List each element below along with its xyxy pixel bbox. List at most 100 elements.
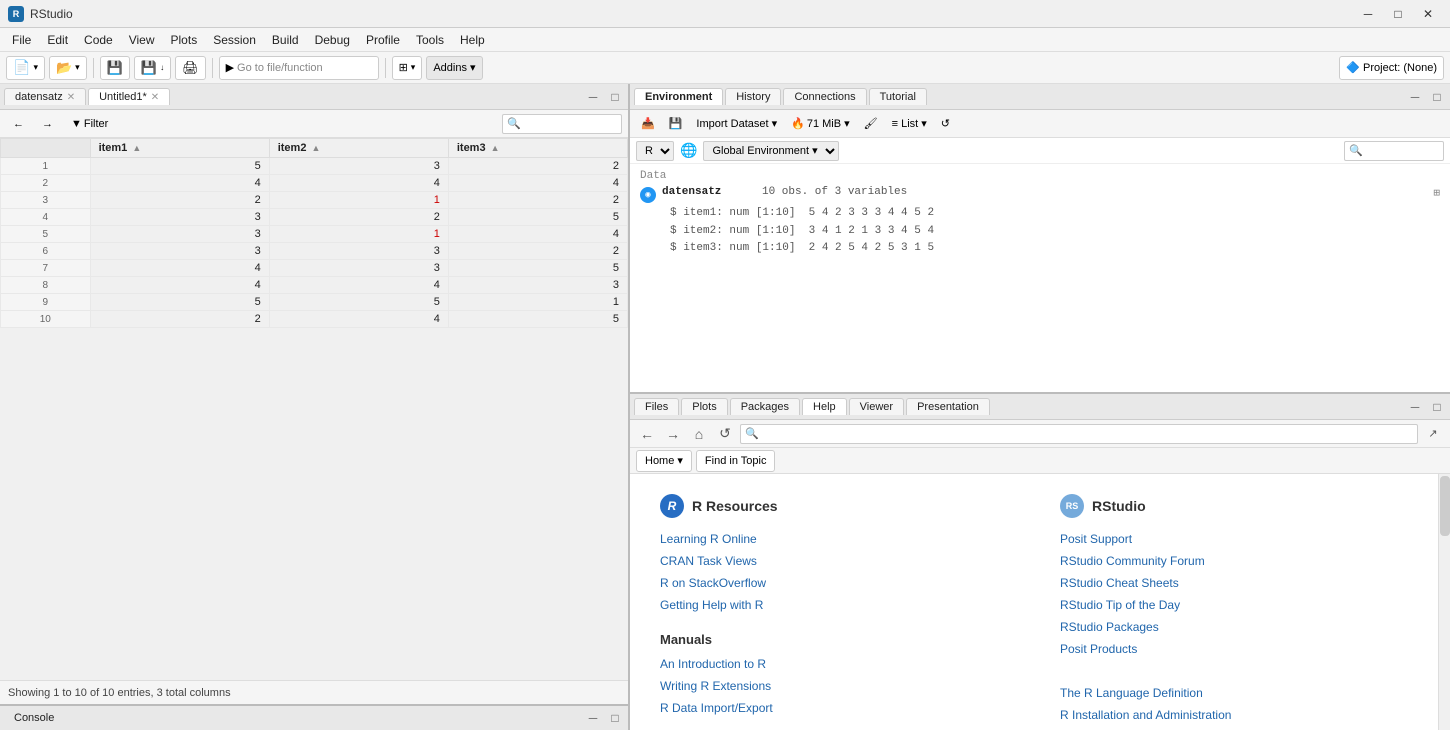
help-search-input[interactable] [740,424,1418,444]
table-search-input[interactable] [502,114,622,134]
help-forward-button[interactable]: → [662,423,684,445]
link-cran-task[interactable]: CRAN Task Views [660,554,1020,568]
new-file-button[interactable]: 📄 ▾ [6,56,45,80]
nav-forward-button[interactable]: → [35,113,60,135]
col-item1[interactable]: item1 ▲ [90,139,269,158]
cell-rownum: 6 [1,243,91,260]
addins-button[interactable]: Addins ▾ [426,56,482,80]
menu-code[interactable]: Code [76,31,121,49]
link-data-import[interactable]: R Data Import/Export [660,701,1020,715]
link-writing-ext[interactable]: Writing R Extensions [660,679,1020,693]
env-search-input[interactable] [1344,141,1444,161]
project-button[interactable]: 🔷 Project: (None) [1339,56,1444,80]
untitled1-close-icon[interactable]: ✕ [151,92,159,103]
env-data-area: Data ◉ datensatz 10 obs. of 3 variables … [630,164,1450,392]
tab-connections[interactable]: Connections [783,88,866,105]
collapse-console-button[interactable]: ─ [584,709,602,727]
collapse-help-button[interactable]: ─ [1406,398,1424,416]
maximize-help-button[interactable]: □ [1428,398,1446,416]
link-learning-r[interactable]: Learning R Online [660,532,1020,546]
tab-tutorial[interactable]: Tutorial [869,88,927,105]
print-button[interactable]: 🖨 [175,56,206,80]
goto-file-button[interactable]: ▶ Go to file/function [219,56,379,80]
clear-env-button[interactable]: 🖌 [859,113,883,135]
open-file-button[interactable]: 📂 ▾ [49,56,87,80]
right-panel: Environment History Connections Tutorial… [630,84,1450,730]
help-home-button[interactable]: ⌂ [688,423,710,445]
load-workspace-button[interactable]: 📥 [636,113,660,135]
help-scrollbar[interactable] [1438,474,1450,730]
menu-build[interactable]: Build [264,31,307,49]
menu-profile[interactable]: Profile [358,31,408,49]
refresh-env-button[interactable]: ↺ [936,113,955,135]
tab-datensatz[interactable]: datensatz ✕ [4,88,86,105]
env-tab-bar: Environment History Connections Tutorial… [630,84,1450,110]
global-env-selector[interactable]: Global Environment ▾ [703,141,839,161]
collapse-env-button[interactable]: ─ [1406,88,1424,106]
cell-item1: 4 [90,260,269,277]
tab-files[interactable]: Files [634,398,679,415]
help-refresh-button[interactable]: ↺ [714,423,736,445]
grid-icon: ⊞ [399,61,408,74]
maximize-env-button[interactable]: □ [1428,88,1446,106]
tab-packages[interactable]: Packages [730,398,800,415]
tab-untitled1[interactable]: Untitled1* ✕ [88,88,170,105]
datensatz-close-icon[interactable]: ✕ [67,92,75,103]
col-item2[interactable]: item2 ▲ [269,139,448,158]
collapse-editor-button[interactable]: ─ [584,88,602,106]
help-external-button[interactable]: ↗ [1422,423,1444,445]
menu-view[interactable]: View [121,31,163,49]
home-dropdown-button[interactable]: Home ▾ [636,450,692,472]
memory-button[interactable]: 🔥 71 MiB ▾ [786,113,855,135]
grid-view-icon[interactable]: ⊞ [1433,186,1440,200]
save-workspace-button[interactable]: 💾 [664,113,688,135]
close-button[interactable]: ✕ [1414,4,1442,24]
link-posit-products[interactable]: Posit Products [1060,642,1420,656]
link-cheat-sheets[interactable]: RStudio Cheat Sheets [1060,576,1420,590]
menu-file[interactable]: File [4,31,39,49]
menu-plots[interactable]: Plots [163,31,206,49]
tab-plots[interactable]: Plots [681,398,727,415]
link-rstudio-pkgs[interactable]: RStudio Packages [1060,620,1420,634]
find-in-topic-button[interactable]: Find in Topic [696,450,776,472]
maximize-editor-button[interactable]: □ [606,88,624,106]
link-community-forum[interactable]: RStudio Community Forum [1060,554,1420,568]
forward-icon: → [42,118,53,130]
link-getting-help[interactable]: Getting Help with R [660,598,1020,612]
menu-debug[interactable]: Debug [307,31,358,49]
maximize-console-button[interactable]: □ [606,709,624,727]
menu-tools[interactable]: Tools [408,31,452,49]
nav-back-button[interactable]: ← [6,113,31,135]
link-r-install-admin[interactable]: R Installation and Administration [1060,708,1420,722]
save-button[interactable]: 💾 [100,56,130,80]
menu-edit[interactable]: Edit [39,31,76,49]
tab-environment[interactable]: Environment [634,88,723,105]
filter-button[interactable]: ▼ Filter [64,113,115,135]
link-intro-r[interactable]: An Introduction to R [660,657,1020,671]
menu-help[interactable]: Help [452,31,493,49]
link-posit-support[interactable]: Posit Support [1060,532,1420,546]
tab-history[interactable]: History [725,88,781,105]
table-row: 7435 [1,260,628,277]
link-r-lang-def[interactable]: The R Language Definition [1060,686,1420,700]
obj-desc: 10 obs. of 3 variables [762,186,1433,198]
col-item3[interactable]: item3 ▲ [448,139,627,158]
menu-session[interactable]: Session [205,31,264,49]
import-dataset-button[interactable]: Import Dataset ▾ [691,113,782,135]
list-view-button[interactable]: ≡ List ▾ [887,113,932,135]
link-stackoverflow[interactable]: R on StackOverflow [660,576,1020,590]
cell-item1: 3 [90,209,269,226]
console-tab[interactable]: Console [4,710,64,726]
maximize-button[interactable]: □ [1384,4,1412,24]
tab-presentation[interactable]: Presentation [906,398,990,415]
link-tip-of-day[interactable]: RStudio Tip of the Day [1060,598,1420,612]
tab-help[interactable]: Help [802,398,847,415]
save-all-button[interactable]: 💾↓ [134,56,171,80]
grid-button[interactable]: ⊞ ▾ [392,56,423,80]
cell-item3: 3 [448,277,627,294]
help-back-button[interactable]: ← [636,423,658,445]
r-version-selector[interactable]: R [636,141,674,161]
env-item-datensatz[interactable]: ◉ datensatz 10 obs. of 3 variables ⊞ [640,186,1440,203]
minimize-button[interactable]: ─ [1354,4,1382,24]
tab-viewer[interactable]: Viewer [849,398,904,415]
